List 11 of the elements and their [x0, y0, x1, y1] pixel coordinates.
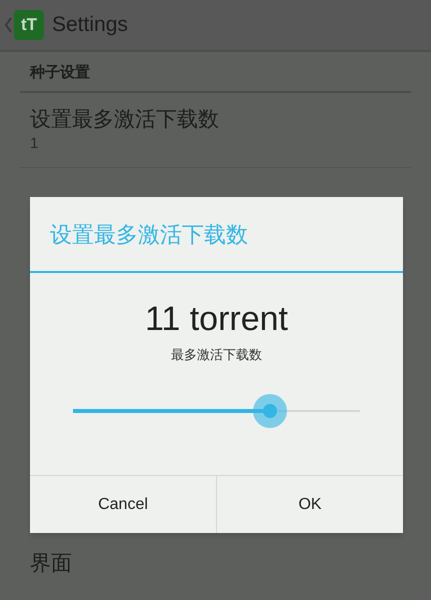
section-header: 种子设置 [20, 52, 411, 92]
dialog-title: 设置最多激活下载数 [30, 197, 403, 273]
app-logo: tT [14, 10, 44, 40]
caption-text: 最多激活下载数 [171, 346, 262, 364]
dialog-button[interactable]: Cancel [30, 476, 216, 533]
back-icon[interactable] [4, 17, 12, 33]
section-header: 界面 [30, 551, 72, 577]
slider-thumb[interactable] [252, 394, 287, 428]
value-text: 11 torrent [144, 299, 288, 339]
dialog-button[interactable]: OK [216, 476, 403, 533]
app-title: Settings [52, 12, 128, 38]
